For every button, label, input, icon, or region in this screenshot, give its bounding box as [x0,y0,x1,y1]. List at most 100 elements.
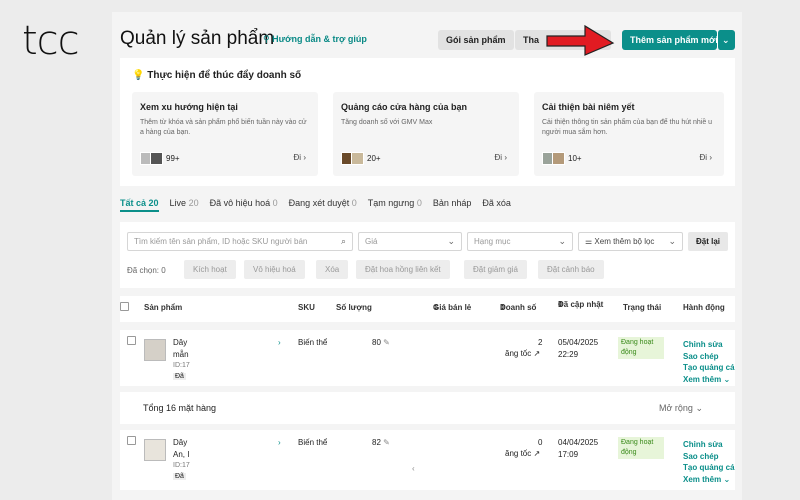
variant-expand-icon[interactable]: › [278,438,281,447]
select-all-checkbox[interactable] [120,302,129,311]
add-product-dropdown[interactable]: ⌄ [717,30,735,50]
insight-go-link[interactable]: Đi › [294,153,306,162]
insight-title: Xem xu hướng hiện tại [140,102,238,112]
filter-icon: ⚌ [585,237,593,246]
updated-date: 05/04/2025 [558,338,599,347]
search-input[interactable]: Tìm kiếm tên sản phẩm, ID hoặc SKU người… [127,232,353,251]
reset-button[interactable]: Đặt lại [688,232,729,251]
insight-desc: Tăng doanh số với GMV Max [341,119,433,126]
filter-bar: Tìm kiếm tên sản phẩm, ID hoặc SKU người… [120,222,735,288]
price-select[interactable]: Giá ⌄ [358,232,462,251]
insight-desc: Thêm từ khóa và sản phẩm phổ biến tuần n… [140,119,307,136]
create-ad-link[interactable]: Tạo quảng cáo [683,362,735,374]
row-checkbox[interactable] [127,336,136,345]
insight-card-trends[interactable]: Xem xu hướng hiện tại Thêm từ khóa và sả… [132,92,318,176]
insight-title: Quảng cáo cửa hàng của bạn [341,102,468,112]
tab-all[interactable]: Tất cả 20 [120,198,159,212]
tab-label: Đã xóa [482,198,511,208]
see-more-link[interactable]: Xem thêm ⌄ [683,474,735,486]
bulk-delete-button[interactable]: Xóa [316,260,349,279]
tab-deleted[interactable]: Đã xóa [482,198,511,212]
see-more-link[interactable]: Xem thêm ⌄ [683,374,735,386]
see-more-label: Xem thêm [683,374,722,384]
tab-count: 0 [272,198,278,208]
insights-heading-text: Thực hiện để thúc đẩy doanh số [147,70,302,81]
copy-link[interactable]: Sao chép [683,351,735,363]
tab-disabled[interactable]: Đã vô hiệu hoá 0 [210,198,278,212]
lightbulb-icon: ⚲ [263,34,270,44]
chevron-down-icon: ⌄ [668,236,676,246]
row-actions: Chỉnh sửa Sao chép Tạo quảng cáo Xem thê… [683,339,735,385]
product-name[interactable]: Dây [173,438,187,447]
insight-go-link[interactable]: Đi › [700,153,712,162]
tab-suspended[interactable]: Tạm ngưng 0 [368,198,422,212]
product-image [144,439,166,461]
insight-count: 10+ [568,154,582,163]
edit-link[interactable]: Chỉnh sửa [683,339,735,351]
boost-link[interactable]: ăng tốc ↗ [505,449,540,458]
bulk-discount-button[interactable]: Đặt giảm giá [464,260,527,279]
product-name[interactable]: Dây [173,338,187,347]
boost-label: ăng tốc [505,349,532,358]
chevron-down-icon: ⌄ [723,374,731,384]
table-footer: Tổng 16 mặt hàng Mở rộng ⌄ [120,392,735,424]
more-filters-label: Xem thêm bộ lọc [594,237,655,246]
insights-heading: 💡 Thực hiện để thúc đẩy doanh số [132,70,301,81]
insight-title: Cải thiện bài niêm yết [542,102,635,112]
bulk-activate-button[interactable]: Kích hoạt [184,260,236,279]
go-label: Đi [494,153,503,162]
bulk-commission-button[interactable]: Đặt hoa hồng liên kết [356,260,450,279]
brand-logo: tcc [22,18,80,64]
row-actions: Chỉnh sửa Sao chép Tạo quảng cáo Xem thê… [683,439,735,485]
tab-drafts[interactable]: Bản nháp [433,198,472,212]
edit-link[interactable]: Chỉnh sửa [683,439,735,451]
tab-label: Live [169,198,187,208]
product-tag: Đã [173,473,186,480]
help-link[interactable]: ⚲ Hướng dẫn & trợ giúp [263,34,367,45]
add-product-button[interactable]: Thêm sản phẩm mới [622,30,718,50]
thumbnail-group: 10+ [542,152,582,165]
tab-count: 20 [188,198,199,208]
insights-panel: 💡 Thực hiện để thúc đẩy doanh số Xem xu … [120,58,735,186]
edit-icon[interactable]: ✎ [383,438,390,447]
go-label: Đi [293,153,302,162]
edit-icon[interactable]: ✎ [383,338,390,347]
chevron-right-icon: › [504,153,507,162]
sort-icon: ⇕ [500,303,507,312]
tab-live[interactable]: Live 20 [170,198,199,212]
bulk-alert-button[interactable]: Đặt cảnh báo [538,260,604,279]
selected-count: Đã chọn: 0 [127,266,166,275]
updated-time: 22:29 [558,350,579,359]
insight-go-link[interactable]: Đi › [495,153,507,162]
thumbnail-group: 20+ [341,152,381,165]
boost-label: ăng tốc [505,449,532,458]
category-select[interactable]: Hạng mục ⌄ [467,232,573,251]
product-package-button[interactable]: Gói sản phẩm [438,30,514,50]
boost-link[interactable]: ăng tốc ↗ [505,349,540,358]
price-select-label: Giá [365,237,378,246]
col-action: Hành động [683,303,725,312]
tab-reviewing[interactable]: Đang xét duyệt 0 [289,198,357,212]
help-link-label: Hướng dẫn & trợ giúp [272,34,367,44]
product-id: ID:17 [173,462,190,469]
status-tabs: Tất cả 20 Live 20 Đã vô hiệu hoá 0 Đang … [120,198,522,212]
col-qty: Số lượng [336,303,372,312]
insight-card-listing[interactable]: Cải thiện bài niêm yết Cải thiện thông t… [534,92,724,176]
insight-card-ads[interactable]: Quảng cáo cửa hàng của bạn Tăng doanh số… [333,92,519,176]
product-image [144,339,166,361]
variant-expand-icon[interactable]: › [278,338,281,347]
qty-value: 80 ✎ [372,338,390,347]
expand-link[interactable]: Mở rộng ⌄ [659,403,703,414]
row-checkbox[interactable] [127,436,136,445]
create-ad-link[interactable]: Tạo quảng cáo [683,462,735,474]
page-header: Quản lý sản phẩm ⚲ Hướng dẫn & trợ giúp … [120,26,740,54]
scroll-left-icon[interactable]: ‹ [412,464,415,473]
copy-link[interactable]: Sao chép [683,451,735,463]
more-options-label: Tha [523,35,540,45]
tab-count: 0 [416,198,422,208]
more-filters-button[interactable]: ⚌ Xem thêm bộ lọc ⌄ [578,232,683,251]
tab-label: Tạm ngưng [367,198,415,208]
trend-up-icon: ↗ [533,349,541,358]
bulk-disable-button[interactable]: Vô hiệu hoá [244,260,305,279]
product-thumbnail [351,152,364,165]
